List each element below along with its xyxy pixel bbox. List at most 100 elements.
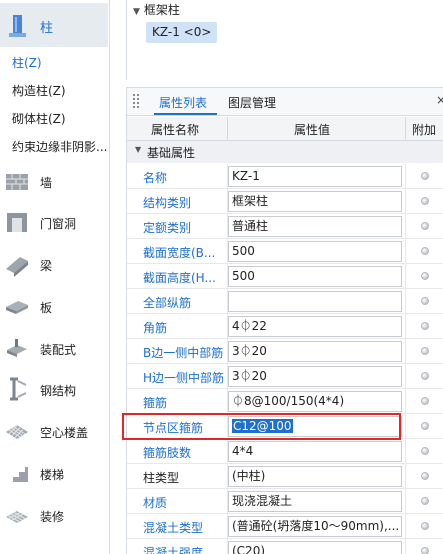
property-name: 混凝土强度... [143,546,215,554]
property-row[interactable]: 截面宽度(B... 500 [127,239,443,264]
slab-icon [6,301,28,314]
category-column[interactable]: 柱 [0,3,108,47]
property-row[interactable]: 截面高度(H... 500 [127,264,443,289]
property-value-field[interactable]: ⏀8@100/150(4*4) [228,391,402,412]
property-name: 截面高度(H... [143,271,216,285]
property-value-field[interactable]: C12@100 [228,416,402,437]
close-icon[interactable]: × [436,93,443,107]
attach-checkbox-icon[interactable] [421,397,429,405]
property-value-field[interactable]: (中柱) [228,466,402,487]
property-value: 500 [232,244,255,258]
column-header-extra: 附加 [412,123,437,137]
property-row[interactable]: H边一侧中部筋 3⏀20 [127,364,443,389]
attach-checkbox-icon[interactable] [421,372,429,380]
property-value-field[interactable] [228,291,402,312]
category-decoration[interactable]: 装修 [0,499,108,533]
door-window-icon [7,213,27,232]
category-stair[interactable]: 楼梯 [0,457,108,491]
steel-structure-icon [10,377,27,401]
property-row[interactable]: 结构类别 框架柱 [127,189,443,214]
category-prefab[interactable]: 装配式 [0,332,108,366]
property-name: 角筋 [143,321,168,335]
beam-icon [6,257,28,277]
property-row[interactable]: 角筋 4⏀22 [127,314,443,339]
category-slab[interactable]: 板 [0,290,108,324]
property-value-field[interactable]: 现浇混凝土 [228,491,402,512]
category-label: 装修 [40,510,65,524]
property-name: 箍筋 [143,396,168,410]
category-label: 门窗洞 [40,217,77,231]
property-name: H边一侧中部筋 [143,371,225,385]
property-value-field[interactable]: 4*4 [228,441,402,462]
expand-caret-icon[interactable]: ▼ [133,7,140,17]
attach-checkbox-icon[interactable] [421,222,429,230]
collapse-caret-icon[interactable]: ▼ [135,145,141,154]
property-row[interactable]: 混凝土强度... (C20) [127,539,443,554]
property-row[interactable]: B边一侧中部筋 3⏀20 [127,339,443,364]
property-row[interactable]: 名称 KZ-1 [127,164,443,189]
tab-layer-management[interactable]: 图层管理 [228,94,276,111]
sidebar-item-masonry-column[interactable]: 砌体柱(Z) [12,110,66,127]
property-row[interactable]: 定额类别 普通柱 [127,214,443,239]
category-wall[interactable]: 墙 [0,165,108,199]
drag-handle-icon[interactable] [133,94,141,108]
category-steel-structure[interactable]: 钢结构 [0,373,108,407]
property-value-field[interactable]: 3⏀20 [228,366,402,387]
attach-checkbox-icon[interactable] [421,472,429,480]
category-hollow-floor[interactable]: 空心楼盖 [0,415,108,449]
category-beam[interactable]: 梁 [0,248,108,282]
attach-checkbox-icon[interactable] [421,297,429,305]
property-value-field[interactable]: 3⏀20 [228,341,402,362]
group-basic-properties[interactable]: ▼ 基础属性 [127,141,443,163]
property-value: 框架柱 [232,194,269,208]
sidebar-item-constructional-column[interactable]: 构造柱(Z) [12,82,66,99]
tab-property-list[interactable]: 属性列表 [159,94,207,111]
attach-checkbox-icon[interactable] [421,272,429,280]
property-value-field[interactable]: 500 [228,241,402,262]
property-value-field[interactable]: 普通柱 [228,216,402,237]
attach-checkbox-icon[interactable] [421,447,429,455]
column-icon [9,15,26,37]
property-value-field[interactable]: 框架柱 [228,191,402,212]
category-door-window[interactable]: 门窗洞 [0,206,108,240]
property-row[interactable]: 全部纵筋 [127,289,443,314]
property-value-field[interactable]: (普通砼(坍落度10～90mm),... [228,516,402,537]
property-value: (中柱) [232,469,266,483]
category-label: 梁 [40,259,53,273]
property-name: 结构类别 [143,196,192,210]
category-label: 柱 [40,21,54,36]
attach-checkbox-icon[interactable] [421,347,429,355]
prefab-icon [7,339,27,357]
category-label: 空心楼盖 [40,426,89,440]
property-value: 普通柱 [232,219,269,233]
hollow-floor-icon [6,425,28,439]
tree-node-frame-column[interactable]: ▼ 框架柱 [133,1,180,18]
property-row[interactable]: 箍筋肢数 4*4 [127,439,443,464]
sidebar-item-edge-constraint[interactable]: 约束边缘非阴影... [12,138,107,155]
property-row[interactable]: 柱类型 (中柱) [127,464,443,489]
category-label: 钢结构 [40,384,77,398]
sidebar-item-column[interactable]: 柱(Z) [12,54,42,71]
property-row[interactable]: 材质 现浇混凝土 [127,489,443,514]
attach-checkbox-icon[interactable] [421,247,429,255]
property-value-field[interactable]: KZ-1 [228,166,402,187]
attach-checkbox-icon[interactable] [421,547,429,554]
attach-checkbox-icon[interactable] [421,322,429,330]
property-value-field[interactable]: (C20) [228,541,402,554]
attach-checkbox-icon[interactable] [421,522,429,530]
property-row[interactable]: 节点区箍筋 C12@100 [127,414,443,439]
category-label: 墙 [40,176,53,190]
property-value-field[interactable]: 500 [228,266,402,287]
property-row[interactable]: 箍筋 ⏀8@100/150(4*4) [127,389,443,414]
attach-checkbox-icon[interactable] [421,497,429,505]
property-value: 3⏀20 [232,344,267,358]
tree-item-kz1[interactable]: KZ-1 <0> [146,22,218,43]
property-row[interactable]: 混凝土类型 (普通砼(坍落度10～90mm),... [127,514,443,539]
attach-checkbox-icon[interactable] [421,422,429,430]
property-value: ⏀8@100/150(4*4) [232,394,345,408]
property-name: 节点区箍筋 [143,421,204,435]
property-value: 4⏀22 [232,319,267,333]
attach-checkbox-icon[interactable] [421,197,429,205]
property-value-field[interactable]: 4⏀22 [228,316,402,337]
attach-checkbox-icon[interactable] [421,172,429,180]
